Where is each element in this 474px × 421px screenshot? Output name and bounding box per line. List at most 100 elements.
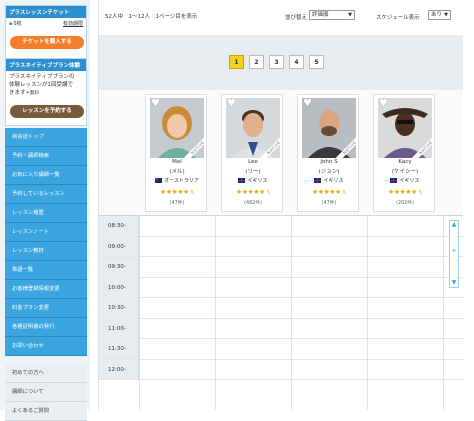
favorite-heart-icon[interactable]: ♥ [151,99,161,109]
result-count: 52人中 1〜12人 1ページ目を表示 [105,14,198,20]
teacher-name: Lee [248,159,258,165]
sidebar-item-lesson-notes[interactable]: レッスンノート [5,223,87,242]
book-lesson-button[interactable]: レッスンを予約する [10,105,84,118]
rating-stars: ★★★★★ 5 [387,188,423,196]
scroll-handle-icon[interactable]: ≡ [450,248,458,258]
expiry-link[interactable]: 有効期限 [63,20,83,27]
schedule-row: 10:00- [99,277,463,298]
teacher-name: Mel [172,159,182,165]
ticket-title: プラスレッスンチケット [6,6,86,18]
chevron-down-icon: ▼ [444,12,448,18]
schedule-row: 10:30- [99,298,463,319]
page-1-button[interactable]: 1 [229,55,244,69]
sidebar-item-lesson-history[interactable]: レッスン履歴 [5,204,87,223]
buy-ticket-button[interactable]: チケットを購入する [10,36,84,49]
sidebar-item-reserved-lessons[interactable]: 予約しているレッスン [5,185,87,204]
results-toolbar: 52人中 1〜12人 1ページ目を表示 並び替え 評価順 ▼ スケジュール表示 あ… [99,7,463,23]
ticket-icon: ▪ [9,21,13,27]
sort-label: 並び替え [285,15,308,21]
native-text-line: きます [9,90,26,96]
teacher-country: イギリス [374,177,436,184]
sidebar-item-beginners[interactable]: 初めての方へ [5,364,87,383]
schedule-scrollbar[interactable]: ▲ ≡ ▼ [449,220,459,288]
teacher-photo[interactable]: ♥ NATIVE [378,98,432,158]
uk-flag-icon [314,178,322,183]
schedule-value: あり [431,12,443,18]
grid-column-divider [443,215,444,410]
chevron-up-icon[interactable]: ▲ [450,221,458,229]
country-name: イギリス [247,178,268,184]
teacher-name: Kacy [398,159,412,165]
review-count: (482件) [244,201,262,206]
teacher-card[interactable]: ♥ NATIVE Kacy (ケイシー) イギリス ★★★★★ 5 (202件) [373,94,435,212]
schedule-grid: 08:30- 09:00- 09:30- 10:00- 10:30- 11:00… [99,215,463,410]
page-5-button[interactable]: 5 [309,55,324,69]
ticket-count-row: ▪0枚 有効期限 [6,18,86,29]
teacher-country: オーストラリア [146,177,208,184]
sidebar-item-faq[interactable]: よくあるご質問 [5,402,87,421]
teacher-list: ♥ NATIVE Mel (メル) オーストラリア ★★★★★ 5 (47件) ♥… [99,90,463,215]
sidebar-item-contact[interactable]: お問い合わせ [5,337,87,356]
sidebar-item-reserve-search[interactable]: 予約・講師検索 [5,147,87,166]
sidebar-item-top[interactable]: 英会話トップ [5,128,87,147]
time-label: 11:30- [99,339,139,359]
sidebar: プラスレッスンチケット ▪0枚 有効期限 チケットを購入する プラスネイティブプ… [0,0,90,421]
rating-value: 5 [266,190,271,196]
ticket-count: ▪0枚 [9,20,22,27]
sidebar-item-account-settings[interactable]: お客様登録情報変更 [5,280,87,299]
sidebar-item-about-teachers[interactable]: 講師について [5,383,87,402]
time-label: 08:30- [99,216,139,236]
teacher-name: John S [320,159,338,165]
sidebar-menu: 英会話トップ 予約・講師検索 お気に入り講師一覧 予約しているレッスン レッスン… [5,128,87,356]
teacher-photo[interactable]: ♥ NATIVE [302,98,356,158]
australia-flag-icon [155,178,163,183]
rating-value: 5 [418,190,423,196]
native-text-note: ＊無料 [25,91,40,96]
sidebar-item-favorites[interactable]: お気に入り講師一覧 [5,166,87,185]
uk-flag-icon [390,178,398,183]
teacher-card[interactable]: ♥ NATIVE John S (ジョン) イギリス ★★★★★ 5 (47件) [297,94,359,212]
teacher-kana: (メル) [169,169,185,175]
page-4-button[interactable]: 4 [289,55,304,69]
teacher-card[interactable]: ♥ NATIVE Lee (リー) イギリス ★★★★★ 5 (482件) [221,94,283,212]
rating-value: 5 [342,190,347,196]
teacher-kana: (ケイシー) [391,169,419,175]
pagination: 1 2 3 4 5 [229,55,324,69]
review-count: (47件) [321,201,337,206]
country-name: イギリス [323,178,344,184]
schedule-select[interactable]: あり ▼ [428,10,451,20]
favorite-heart-icon[interactable]: ♥ [379,99,389,109]
sidebar-item-certificates[interactable]: 各種証明書の発行 [5,318,87,337]
schedule-row: 08:30- [99,216,463,237]
schedule-label: スケジュール表示 [376,15,420,21]
sidebar-help-menu: 初めての方へ 講師について よくあるご質問 [5,364,87,421]
teacher-photo[interactable]: ♥ NATIVE [150,98,204,158]
time-label: 12:00- [99,359,139,379]
sidebar-item-plan-change[interactable]: 料金プラン変更 [5,299,87,318]
favorite-heart-icon[interactable]: ♥ [303,99,313,109]
native-trial-panel: プラスネイティブプラン体験 プラスネイティブプランの 体験レッスンが1回受講で … [5,58,87,126]
teacher-photo[interactable]: ♥ NATIVE [226,98,280,158]
review-count: (47件) [169,201,185,206]
schedule-row: 11:30- [99,339,463,360]
sort-select[interactable]: 評価順 ▼ [309,10,355,20]
sort-value: 評価順 [312,12,329,18]
page-2-button[interactable]: 2 [249,55,264,69]
grid-column-divider [139,215,140,410]
chevron-down-icon[interactable]: ▼ [450,279,458,287]
native-trial-text: プラスネイティブプランの 体験レッスンが1回受講で きます＊無料 [6,71,86,100]
favorite-heart-icon[interactable]: ♥ [227,99,237,109]
review-count: (202件) [396,201,414,206]
schedule-row: 09:00- [99,236,463,257]
native-text-line: プラスネイティブプランの [9,74,75,80]
grid-column-divider [367,215,368,410]
grid-column-divider [215,215,216,410]
rating-value: 5 [190,190,195,196]
time-label: 09:30- [99,257,139,277]
page-3-button[interactable]: 3 [269,55,284,69]
schedule-row: 12:00- [99,359,463,380]
native-text-line: 体験レッスンが1回受講で [9,82,74,88]
sidebar-item-materials[interactable]: レッスン教材 [5,242,87,261]
teacher-card[interactable]: ♥ NATIVE Mel (メル) オーストラリア ★★★★★ 5 (47件) [145,94,207,212]
sidebar-item-vocabulary[interactable]: 単語一覧 [5,261,87,280]
